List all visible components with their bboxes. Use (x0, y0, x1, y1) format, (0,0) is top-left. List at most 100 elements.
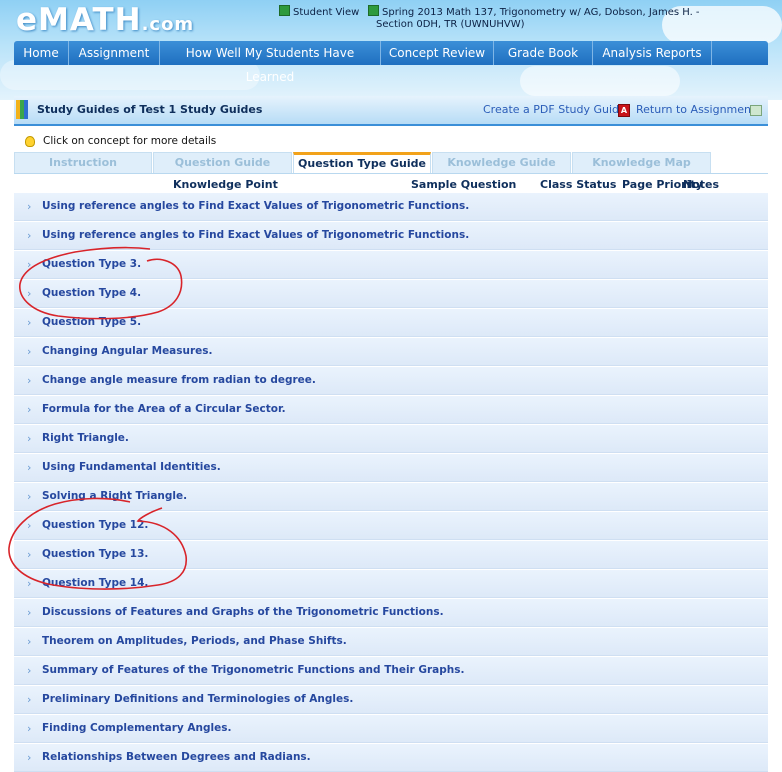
knowledge-point-link[interactable]: Solving a Right Triangle. (42, 490, 187, 502)
book-icon (16, 100, 29, 119)
table-row[interactable]: › Changing Angular Measures. (14, 338, 768, 366)
create-pdf-link[interactable]: Create a PDF Study Guide (483, 96, 626, 124)
knowledge-point-link[interactable]: Right Triangle. (42, 432, 129, 444)
student-view-label: Student View (293, 7, 360, 18)
table-row[interactable]: › Preliminary Definitions and Terminologi… (14, 686, 768, 714)
tab-knowledge-guide[interactable]: Knowledge Guide (432, 152, 571, 173)
table-header: Knowledge Point Sample Question Class St… (14, 174, 768, 193)
tab-knowledge-map[interactable]: Knowledge Map (572, 152, 711, 173)
knowledge-point-link[interactable]: Changing Angular Measures. (42, 345, 213, 357)
chevron-right-icon[interactable]: › (27, 722, 31, 735)
nav-how-well-students-learned[interactable]: How Well My Students Have Learned (160, 41, 381, 84)
main-nav: Home Assignment How Well My Students Hav… (14, 41, 768, 84)
table-row[interactable]: › Right Triangle. (14, 425, 768, 453)
chevron-right-icon[interactable]: › (27, 461, 31, 474)
chevron-right-icon[interactable]: › (27, 432, 31, 445)
tab-question-guide[interactable]: Question Guide (153, 152, 292, 173)
chevron-right-icon[interactable]: › (27, 258, 31, 271)
student-view-icon (279, 5, 290, 16)
table-row[interactable]: › Question Type 14. (14, 570, 768, 598)
page-title-bar: Study Guides of Test 1 Study Guides Crea… (14, 96, 768, 126)
table-row[interactable]: › Using reference angles to Find Exact Va… (14, 222, 768, 250)
return-icon[interactable] (750, 105, 762, 116)
table-row[interactable]: › Change angle measure from radian to deg… (14, 367, 768, 395)
header-notes: Notes (683, 178, 720, 191)
table-row[interactable]: › Using Fundamental Identities. (14, 454, 768, 482)
knowledge-point-link[interactable]: Theorem on Amplitudes, Periods, and Phas… (42, 635, 347, 647)
table-row[interactable]: › Question Type 5. (14, 309, 768, 337)
table-row[interactable]: › Question Type 3. (14, 251, 768, 279)
knowledge-table: Knowledge Point Sample Question Class St… (14, 174, 768, 772)
knowledge-point-link[interactable]: Question Type 12. (42, 519, 148, 531)
table-row[interactable]: › Solving a Right Triangle. (14, 483, 768, 511)
course-line1: Spring 2013 Math 137, Trigonometry w/ AG… (382, 7, 700, 18)
knowledge-point-link[interactable]: Question Type 3. (42, 258, 141, 270)
chevron-right-icon[interactable]: › (27, 287, 31, 300)
hint: Click on concept for more details (25, 135, 217, 147)
pdf-icon[interactable]: A (618, 104, 630, 117)
chevron-right-icon[interactable]: › (27, 548, 31, 561)
chevron-right-icon[interactable]: › (27, 200, 31, 213)
header-knowledge-point: Knowledge Point (173, 178, 278, 191)
chevron-right-icon[interactable]: › (27, 606, 31, 619)
knowledge-point-link[interactable]: Formula for the Area of a Circular Secto… (42, 403, 286, 415)
logo-main: eMATH (16, 2, 142, 38)
nav-assignment[interactable]: Assignment (69, 41, 160, 65)
knowledge-point-link[interactable]: Question Type 14. (42, 577, 148, 589)
table-row[interactable]: › Question Type 12. (14, 512, 768, 540)
table-row[interactable]: › Discussions of Features and Graphs of t… (14, 599, 768, 627)
knowledge-point-link[interactable]: Using reference angles to Find Exact Val… (42, 229, 469, 241)
nav-grade-book[interactable]: Grade Book (494, 41, 593, 65)
chevron-right-icon[interactable]: › (27, 490, 31, 503)
header-class-status: Class Status (540, 178, 617, 191)
knowledge-point-link[interactable]: Using reference angles to Find Exact Val… (42, 200, 469, 212)
header-sample-question: Sample Question (411, 178, 517, 191)
chevron-right-icon[interactable]: › (27, 316, 31, 329)
course-icon (368, 5, 379, 16)
knowledge-point-link[interactable]: Relationships Between Degrees and Radian… (42, 751, 311, 763)
knowledge-point-link[interactable]: Discussions of Features and Graphs of th… (42, 606, 444, 618)
chevron-right-icon[interactable]: › (27, 403, 31, 416)
chevron-right-icon[interactable]: › (27, 345, 31, 358)
chevron-right-icon[interactable]: › (27, 751, 31, 764)
table-row[interactable]: › Question Type 13. (14, 541, 768, 569)
knowledge-point-link[interactable]: Using Fundamental Identities. (42, 461, 221, 473)
knowledge-point-link[interactable]: Preliminary Definitions and Terminologie… (42, 693, 353, 705)
table-row[interactable]: › Question Type 4. (14, 280, 768, 308)
logo-suffix: .com (141, 14, 195, 35)
chevron-right-icon[interactable]: › (27, 229, 31, 242)
chevron-right-icon[interactable]: › (27, 519, 31, 532)
emath-logo[interactable]: eMATH.com (16, 2, 194, 38)
nav-concept-review[interactable]: Concept Review (381, 41, 494, 65)
chevron-right-icon[interactable]: › (27, 577, 31, 590)
table-row[interactable]: › Using reference angles to Find Exact Va… (14, 193, 768, 221)
knowledge-point-link[interactable]: Question Type 5. (42, 316, 141, 328)
cloud-decoration (520, 66, 680, 96)
student-view-link[interactable]: Student View (279, 5, 359, 19)
guide-tabs: Instruction Question Guide Question Type… (14, 152, 768, 174)
bulb-icon (25, 136, 35, 147)
nav-home[interactable]: Home (14, 41, 69, 65)
chevron-right-icon[interactable]: › (27, 693, 31, 706)
knowledge-point-link[interactable]: Change angle measure from radian to degr… (42, 374, 316, 386)
course-line2: Section 0DH, TR (UWNUHVW) (376, 19, 525, 30)
knowledge-point-link[interactable]: Question Type 13. (42, 548, 148, 560)
knowledge-point-link[interactable]: Finding Complementary Angles. (42, 722, 232, 734)
course-selector[interactable]: Spring 2013 Math 137, Trigonometry w/ AG… (368, 5, 708, 31)
chevron-right-icon[interactable]: › (27, 664, 31, 677)
nav-analysis-reports[interactable]: Analysis Reports (593, 41, 712, 65)
chevron-right-icon[interactable]: › (27, 635, 31, 648)
tab-instruction[interactable]: Instruction (14, 152, 152, 173)
knowledge-point-link[interactable]: Summary of Features of the Trigonometric… (42, 664, 465, 676)
table-row[interactable]: › Summary of Features of the Trigonometri… (14, 657, 768, 685)
hint-text: Click on concept for more details (43, 135, 217, 147)
page-title: Study Guides of Test 1 Study Guides (37, 103, 263, 116)
table-row[interactable]: › Finding Complementary Angles. (14, 715, 768, 743)
table-row[interactable]: › Theorem on Amplitudes, Periods, and Pha… (14, 628, 768, 656)
chevron-right-icon[interactable]: › (27, 374, 31, 387)
return-to-assignment-link[interactable]: Return to Assignment (636, 96, 755, 124)
table-row[interactable]: › Relationships Between Degrees and Radia… (14, 744, 768, 772)
tab-question-type-guide[interactable]: Question Type Guide (293, 152, 431, 173)
table-row[interactable]: › Formula for the Area of a Circular Sect… (14, 396, 768, 424)
knowledge-point-link[interactable]: Question Type 4. (42, 287, 141, 299)
